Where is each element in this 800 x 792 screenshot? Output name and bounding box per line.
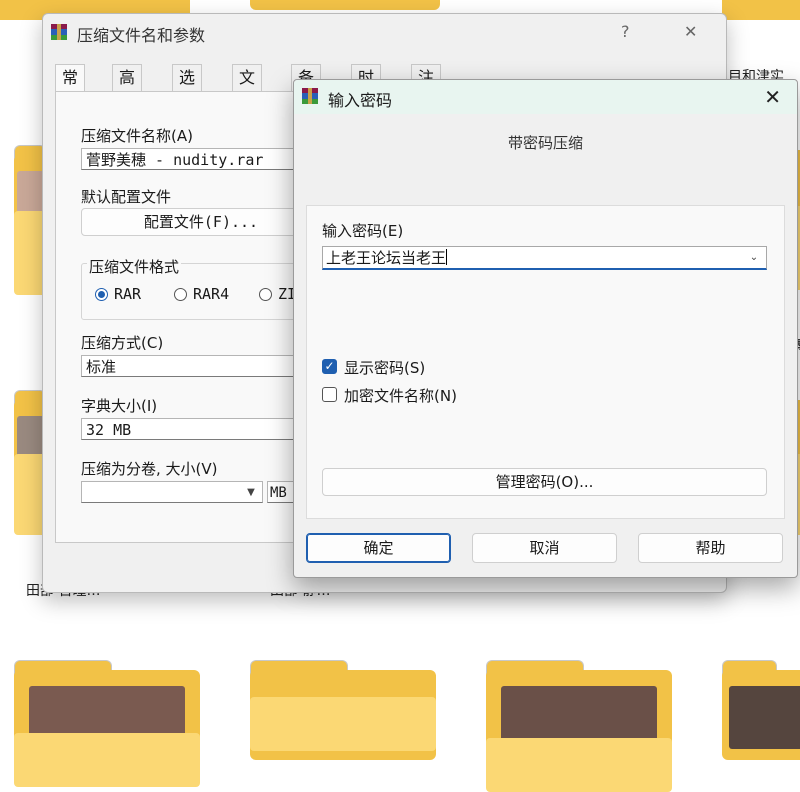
- format-rar4-radio[interactable]: [174, 288, 187, 301]
- folder-thumbnail[interactable]: [722, 0, 800, 20]
- help-icon[interactable]: ?: [621, 22, 630, 41]
- password-panel: 输入密码(E) 上老王论坛当老王 ⌄ ✓ 显示密码(S) 加密文件名称(N) 管…: [306, 205, 785, 519]
- enter-password-dialog: 输入密码 ✕ 带密码压缩 输入密码(E) 上老王论坛当老王 ⌄ ✓ 显示密码(S…: [293, 79, 798, 578]
- cancel-button[interactable]: 取消: [472, 533, 617, 563]
- winrar-icon: [51, 24, 67, 40]
- split-volume-size-input[interactable]: [81, 481, 263, 503]
- folder-thumbnail[interactable]: [486, 660, 672, 792]
- archive-name-label: 压缩文件名称(A): [81, 127, 193, 145]
- profiles-button[interactable]: 配置文件(F)...: [81, 208, 321, 236]
- password-input[interactable]: 上老王论坛当老王: [322, 246, 767, 270]
- format-rar-radio[interactable]: [95, 288, 108, 301]
- tab-files[interactable]: 文件: [232, 64, 263, 113]
- dialog-subtitle: 带密码压缩: [507, 134, 583, 152]
- tab-advanced[interactable]: 高级: [112, 64, 143, 113]
- format-rar-label: RAR: [114, 285, 142, 303]
- dialog-title: 输入密码: [328, 91, 393, 110]
- organize-passwords-button[interactable]: 管理密码(O)...: [322, 468, 767, 496]
- format-rar4-label: RAR4: [193, 285, 230, 303]
- compression-method-select[interactable]: 标准: [81, 355, 321, 377]
- folder-thumbnail[interactable]: [250, 660, 436, 760]
- compression-method-label: 压缩方式(C): [81, 334, 164, 352]
- profile-label: 默认配置文件: [81, 188, 172, 206]
- format-zip-radio[interactable]: [259, 288, 272, 301]
- folder-thumbnail[interactable]: [250, 0, 440, 10]
- password-label: 输入密码(E): [322, 222, 404, 240]
- help-button[interactable]: 帮助: [638, 533, 783, 563]
- tab-general[interactable]: 常规: [55, 64, 86, 113]
- tab-options[interactable]: 选项: [172, 64, 203, 113]
- encrypt-file-names-label[interactable]: 加密文件名称(N): [344, 385, 457, 406]
- show-password-checkbox[interactable]: ✓: [322, 359, 337, 374]
- archive-name-input[interactable]: 菅野美穂 - nudity.rar: [81, 148, 321, 170]
- encrypt-file-names-checkbox[interactable]: [322, 387, 337, 402]
- password-value: 上老王论坛当老王: [326, 249, 447, 267]
- ok-button[interactable]: 确定: [306, 533, 451, 563]
- close-icon[interactable]: ✕: [684, 22, 697, 41]
- dictionary-size-label: 字典大小(I): [81, 397, 158, 415]
- title-bar[interactable]: 压缩文件名和参数 ? ✕: [43, 14, 726, 50]
- close-icon[interactable]: ✕: [764, 85, 781, 109]
- dictionary-size-select[interactable]: 32 MB: [81, 418, 321, 440]
- archive-format-label: 压缩文件格式: [87, 256, 182, 277]
- folder-thumbnail[interactable]: [14, 660, 200, 787]
- folder-thumbnail[interactable]: [722, 660, 800, 760]
- chevron-down-icon[interactable]: ▼: [245, 488, 257, 498]
- chevron-down-icon[interactable]: ⌄: [748, 253, 760, 263]
- winrar-icon: [302, 88, 318, 104]
- split-volume-label: 压缩为分卷, 大小(V): [81, 460, 218, 478]
- dialog-title: 压缩文件名和参数: [77, 26, 206, 45]
- show-password-label[interactable]: 显示密码(S): [344, 357, 425, 378]
- text-caret: [446, 249, 448, 265]
